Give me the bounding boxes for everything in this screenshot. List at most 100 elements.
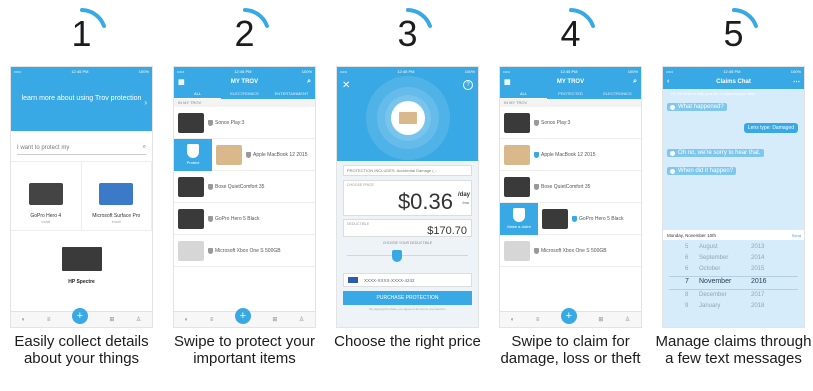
search-input[interactable]: I want to protect my ⌕ bbox=[17, 141, 146, 155]
product-card[interactable]: GoPro Hero 4 install bbox=[11, 162, 82, 230]
slider-handle[interactable] bbox=[392, 250, 403, 262]
product-card[interactable]: Microsoft Surface Pro install bbox=[82, 162, 152, 230]
shield-icon bbox=[534, 247, 539, 254]
learn-more-banner[interactable]: learn more about using Trov protection › bbox=[11, 75, 152, 131]
item-thumbnail bbox=[178, 176, 204, 197]
help-icon[interactable]: ? bbox=[463, 80, 473, 90]
send-button[interactable]: Send bbox=[792, 233, 801, 238]
grid-icon[interactable]: ⊞ bbox=[598, 316, 603, 323]
list-item[interactable]: Bose QuietComfort 35 bbox=[500, 171, 641, 203]
purchase-button[interactable]: PURCHASE PROTECTION bbox=[343, 291, 472, 305]
list-item[interactable]: Bose QuietComfort 35 bbox=[174, 171, 315, 203]
add-button[interactable]: + bbox=[71, 307, 88, 324]
chat-message: Hi, I'm here to help you file a claim fo… bbox=[671, 91, 756, 96]
trov-icon[interactable]: ◐ bbox=[22, 317, 26, 323]
picker-divider bbox=[669, 289, 798, 290]
product-hero: ✕ ? bbox=[337, 75, 478, 161]
list-icon[interactable]: ≡ bbox=[47, 317, 51, 323]
shield-icon bbox=[208, 215, 213, 222]
picker-row: 6 October 2015 bbox=[685, 266, 765, 272]
list-item[interactable]: Sonos Play:3 bbox=[500, 107, 641, 139]
profile-icon[interactable]: ♙ bbox=[625, 316, 630, 323]
coverage-dropdown[interactable]: PROTECTION INCLUDES: Accidental Damage (… bbox=[343, 165, 472, 176]
trov-icon[interactable]: ◐ bbox=[185, 317, 189, 323]
item-thumbnail bbox=[504, 240, 530, 261]
step-2: 2 ••••• 12:45 PM 100% ▦ MY TROV ⌕ ALL ELEC… bbox=[163, 0, 326, 391]
back-icon[interactable]: ‹ bbox=[667, 78, 669, 85]
step-5: 5 ••••• 12:45 PM 100% ‹ Claims Chat ⋯ Hi, … bbox=[652, 0, 813, 391]
trov-icon[interactable]: ◐ bbox=[511, 317, 515, 323]
phone-screen-claim: ••••• 12:45 PM 100% ▦ MY TROV ⌕ ALL PROTEC… bbox=[499, 66, 642, 328]
step-number: 4 bbox=[560, 13, 581, 54]
item-thumbnail bbox=[504, 144, 530, 165]
list-icon[interactable]: ≡ bbox=[210, 317, 214, 323]
shield-icon bbox=[534, 183, 539, 190]
list-item-swiped[interactable]: Protect Apple MacBook 12 2015 bbox=[174, 138, 315, 171]
deductible-display: DEDUCTIBLE $170.70 bbox=[343, 219, 472, 237]
list-item[interactable]: GoPro Hero 5 Black bbox=[174, 203, 315, 235]
payment-card[interactable]: XXXX-XXXX-XXXX-4242 bbox=[343, 273, 472, 287]
list-item-swiped[interactable]: Make a claim GoPro Hero 5 Black bbox=[500, 202, 641, 235]
list-icon[interactable]: ≡ bbox=[536, 317, 540, 323]
deductible-slider[interactable] bbox=[343, 249, 472, 263]
search-icon[interactable]: ⌕ bbox=[633, 78, 637, 86]
search-icon[interactable]: ⌕ bbox=[307, 78, 311, 86]
step-1: 1 ••••• 12:45 PM 100% learn more about usi… bbox=[0, 0, 163, 391]
close-icon[interactable]: ✕ bbox=[342, 80, 350, 91]
grid-menu-icon[interactable]: ▦ bbox=[504, 78, 511, 86]
step-number: 5 bbox=[723, 13, 744, 54]
pricing-panel: PROTECTION INCLUDES: Accidental Damage (… bbox=[337, 161, 478, 327]
user-reply: Lens type: Damaged bbox=[743, 123, 798, 133]
step-number: 3 bbox=[397, 13, 418, 54]
step-caption: Manage claims through a few text message… bbox=[655, 333, 812, 367]
phone-screen-price: ••••• 12:45 PM 100% ✕ ? PROTECTION INCLUDE… bbox=[336, 66, 479, 328]
more-icon[interactable]: ⋯ bbox=[793, 78, 800, 86]
date-picker[interactable]: 5 August 2013 6 September 2014 6 October 2015 … bbox=[663, 240, 804, 327]
featured-product-card[interactable]: HP Spectre bbox=[11, 230, 152, 300]
grid-menu-icon[interactable]: ▦ bbox=[178, 78, 185, 86]
bot-avatar bbox=[670, 104, 675, 110]
list-item[interactable]: Microsoft Xbox One S 500GB bbox=[174, 235, 315, 267]
tab-protected[interactable]: PROTECTED bbox=[547, 89, 594, 99]
slider-track bbox=[347, 255, 468, 256]
phone-screen-protect: ••••• 12:45 PM 100% ▦ MY TROV ⌕ ALL ELECTR… bbox=[173, 66, 316, 328]
grid-icon[interactable]: ⊞ bbox=[272, 316, 277, 323]
list-item[interactable]: Apple MacBook 12 2015 bbox=[500, 139, 641, 171]
add-button[interactable]: + bbox=[234, 307, 251, 324]
phone-screen-chat: ••••• 12:45 PM 100% ‹ Claims Chat ⋯ Hi, I'… bbox=[662, 66, 805, 328]
claim-action[interactable]: Make a claim bbox=[500, 202, 538, 235]
chevron-right-icon: › bbox=[144, 98, 147, 107]
item-thumbnail bbox=[542, 208, 568, 229]
shield-icon bbox=[208, 183, 213, 190]
tab-electronics[interactable]: ELECTRONICS bbox=[221, 89, 268, 99]
add-button[interactable]: + bbox=[560, 307, 577, 324]
product-image bbox=[390, 101, 425, 135]
step-number-badge: 4 bbox=[543, 6, 599, 62]
bot-avatar bbox=[670, 168, 675, 174]
item-thumbnail bbox=[504, 112, 530, 133]
shield-icon bbox=[208, 247, 213, 254]
shield-icon bbox=[534, 151, 539, 158]
grid-icon[interactable]: ⊞ bbox=[109, 316, 114, 323]
product-grid: GoPro Hero 4 install Microsoft Surface P… bbox=[11, 161, 152, 230]
step-number: 1 bbox=[71, 13, 92, 54]
date-input[interactable]: Monday, November 10th Send bbox=[663, 230, 804, 240]
shield-icon bbox=[572, 215, 577, 222]
category-tabs: ALL ELECTRONICS ENTERTAINMENT bbox=[174, 89, 315, 99]
list-item[interactable]: Microsoft Xbox One S 500GB bbox=[500, 235, 641, 267]
tab-electronics[interactable]: ELECTRONICS bbox=[594, 89, 641, 99]
shield-icon bbox=[246, 151, 251, 158]
profile-icon[interactable]: ♙ bbox=[136, 316, 141, 323]
status-bar: ••••• 12:45 PM 100% bbox=[174, 67, 315, 75]
step-caption: Choose the right price bbox=[334, 333, 481, 350]
tab-all[interactable]: ALL bbox=[500, 89, 547, 99]
protect-action[interactable]: Protect bbox=[174, 138, 212, 171]
profile-icon[interactable]: ♙ bbox=[299, 316, 304, 323]
tab-all[interactable]: ALL bbox=[174, 89, 221, 99]
bot-avatar bbox=[670, 150, 675, 156]
bottom-tab-bar: ◐ ≡ + ⊞ ♙ bbox=[174, 307, 315, 327]
tab-entertainment[interactable]: ENTERTAINMENT bbox=[268, 89, 315, 99]
deductible-value: $170.70 bbox=[427, 225, 467, 237]
list-item[interactable]: Sonos Play:3 bbox=[174, 107, 315, 139]
status-bar: ••••• 12:45 PM 100% bbox=[337, 67, 478, 75]
